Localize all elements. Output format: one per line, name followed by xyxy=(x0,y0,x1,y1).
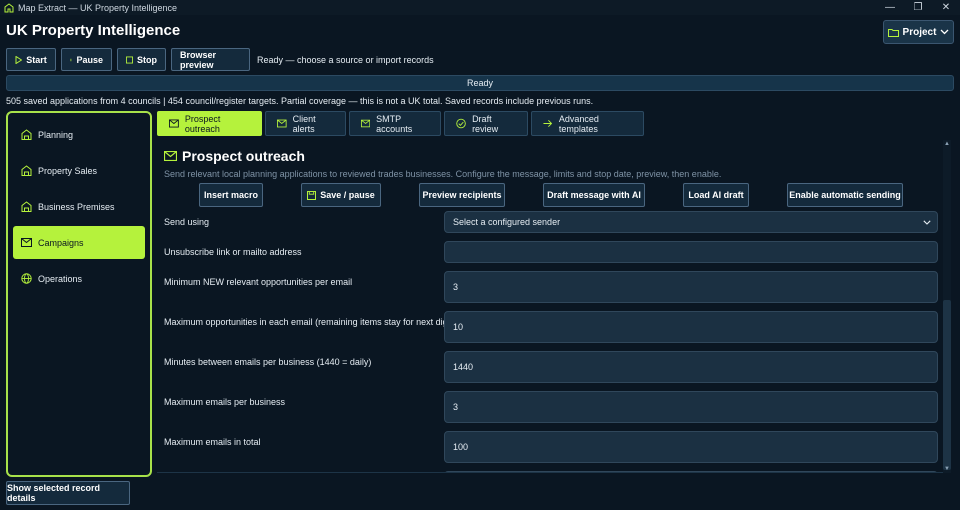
restore-button[interactable]: ❐ xyxy=(904,0,932,15)
max-per-business-label: Maximum emails per business xyxy=(164,397,286,407)
scroll-up-arrow-icon[interactable]: ▲ xyxy=(943,140,951,148)
app-title: UK Property Intelligence xyxy=(6,22,181,39)
content-scrollbar[interactable]: ▲ ▼ xyxy=(943,140,951,473)
stop-icon xyxy=(126,56,133,63)
mail-icon xyxy=(21,238,32,247)
building-icon xyxy=(21,165,32,176)
insert-macro-button[interactable]: Insert macro xyxy=(199,183,263,207)
chevron-down-icon xyxy=(923,219,931,225)
progress-bar: Ready xyxy=(6,75,954,91)
window-titlebar: Map Extract — UK Property Intelligence —… xyxy=(0,0,960,15)
minutes-between-input[interactable]: 1440 xyxy=(444,351,938,383)
chevron-down-icon xyxy=(940,29,949,35)
window-title: Map Extract — UK Property Intelligence xyxy=(18,2,178,13)
panel-title: Prospect outreach xyxy=(164,148,305,164)
close-button[interactable]: ✕ xyxy=(932,0,960,15)
toolbar: Start Pause Stop Browser preview Ready —… xyxy=(6,48,434,71)
minutes-between-label: Minutes between emails per business (144… xyxy=(164,357,372,367)
min-new-label: Minimum NEW relevant opportunities per e… xyxy=(164,277,353,287)
sidebar-item-property-sales[interactable]: Property Sales xyxy=(13,154,145,187)
status-text: Ready — choose a source or import record… xyxy=(257,54,434,65)
folder-icon xyxy=(887,28,899,37)
mail-icon xyxy=(169,119,179,128)
panel-description: Send relevant local planning application… xyxy=(164,169,722,179)
tab-client-alerts[interactable]: Client alerts xyxy=(265,111,346,136)
next-field-partial[interactable] xyxy=(444,471,938,472)
max-per-business-input[interactable]: 3 xyxy=(444,391,938,423)
sidebar-item-operations[interactable]: Operations xyxy=(13,262,145,295)
scrollbar-thumb[interactable] xyxy=(943,300,951,470)
preview-recipients-button[interactable]: Preview recipients xyxy=(419,183,505,207)
mail-icon xyxy=(164,151,177,161)
progress-label: Ready xyxy=(466,78,493,88)
sidebar-item-planning[interactable]: Planning xyxy=(13,118,145,151)
send-using-label: Send using xyxy=(164,217,210,227)
scroll-down-arrow-icon[interactable]: ▼ xyxy=(943,465,951,473)
save-icon xyxy=(307,190,317,200)
building-icon xyxy=(21,129,32,140)
max-total-label: Maximum emails in total xyxy=(164,437,261,447)
show-record-details-button[interactable]: Show selected record details xyxy=(6,481,130,505)
pause-icon xyxy=(70,58,73,61)
unsubscribe-label: Unsubscribe link or mailto address xyxy=(164,247,302,257)
sidebar-item-campaigns[interactable]: Campaigns xyxy=(13,226,145,259)
enable-sending-button[interactable]: Enable automatic sending xyxy=(787,183,903,207)
max-opps-label: Maximum opportunities in each email (rem… xyxy=(164,317,463,327)
summary-text: 505 saved applications from 4 councils |… xyxy=(6,96,594,106)
mail-icon xyxy=(277,119,287,128)
building-icon xyxy=(21,201,32,212)
max-opps-input[interactable]: 10 xyxy=(444,311,938,343)
minimize-button[interactable]: — xyxy=(876,0,904,15)
project-label: Project xyxy=(902,26,937,38)
app-icon xyxy=(2,0,16,15)
load-ai-draft-button[interactable]: Load AI draft xyxy=(683,183,749,207)
max-total-input[interactable]: 100 xyxy=(444,431,938,463)
arrow-right-icon xyxy=(543,120,553,127)
save-pause-button[interactable]: Save / pause xyxy=(301,183,381,207)
pause-button[interactable]: Pause xyxy=(61,48,112,71)
tab-draft-review[interactable]: Draft review xyxy=(444,111,528,136)
tab-smtp-accounts[interactable]: SMTP accounts xyxy=(349,111,441,136)
start-button[interactable]: Start xyxy=(6,48,56,71)
send-using-select[interactable]: Select a configured sender xyxy=(444,211,938,233)
unsubscribe-input[interactable] xyxy=(444,241,938,263)
stop-button[interactable]: Stop xyxy=(117,48,166,71)
min-new-input[interactable]: 3 xyxy=(444,271,938,303)
tab-prospect-outreach[interactable]: Prospect outreach xyxy=(157,111,262,136)
tab-advanced-templates[interactable]: Advanced templates xyxy=(531,111,644,136)
draft-message-ai-button[interactable]: Draft message with AI xyxy=(543,183,645,207)
sidebar: Planning Property Sales Business Premise… xyxy=(6,111,152,477)
action-buttons: Insert macro Save / pause Preview recipi… xyxy=(157,183,951,208)
play-icon xyxy=(15,55,23,64)
browser-preview-button[interactable]: Browser preview xyxy=(171,48,250,71)
mail-icon xyxy=(361,119,371,128)
check-circle-icon xyxy=(456,118,466,129)
prospect-outreach-panel: Prospect outreach Send relevant local pl… xyxy=(157,140,951,473)
globe-icon xyxy=(21,273,32,284)
tab-bar: Prospect outreach Client alerts SMTP acc… xyxy=(157,111,644,136)
project-dropdown[interactable]: Project xyxy=(883,20,954,44)
sidebar-item-business-premises[interactable]: Business Premises xyxy=(13,190,145,223)
